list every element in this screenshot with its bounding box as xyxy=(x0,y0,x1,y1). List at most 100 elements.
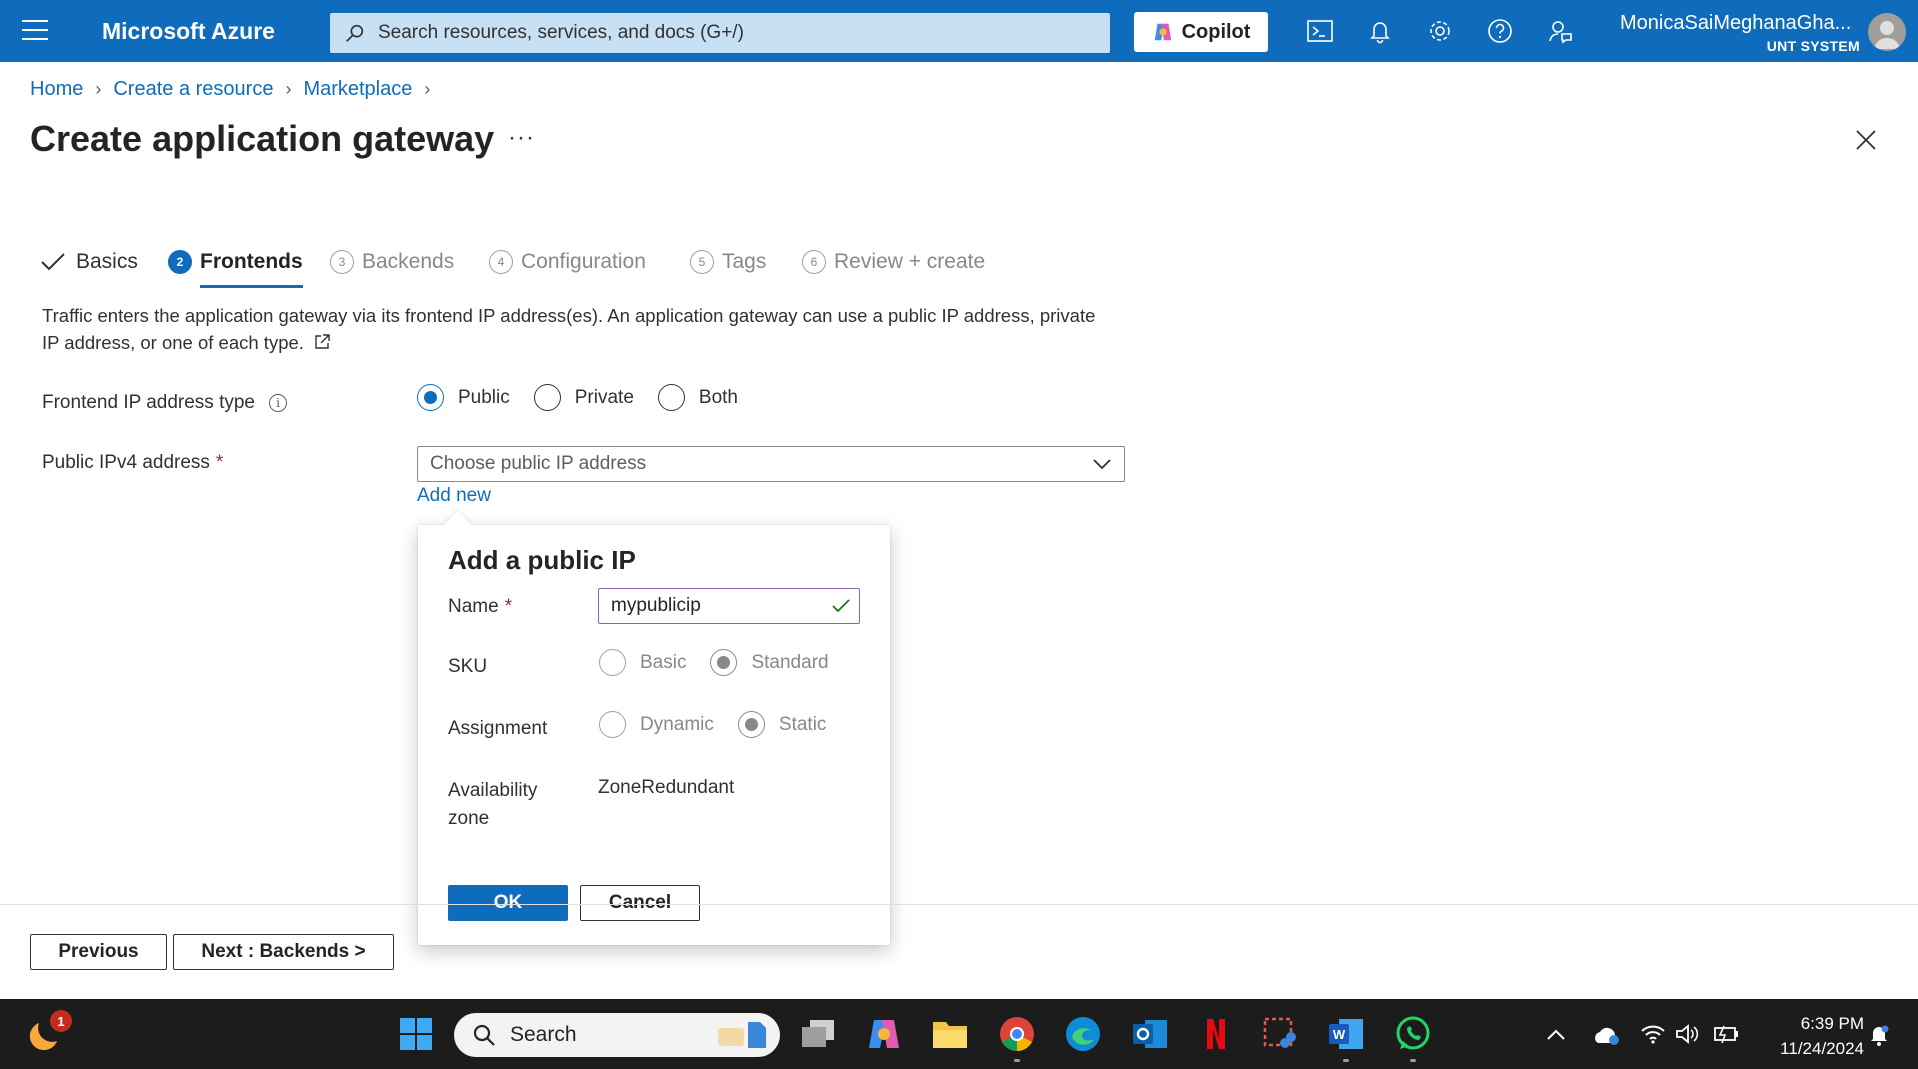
chevron-right-icon: › xyxy=(285,79,292,99)
more-options-icon[interactable]: ··· xyxy=(508,124,535,152)
svg-text:W: W xyxy=(1333,1027,1346,1042)
field-label-text: Frontend IP address type xyxy=(42,392,255,413)
radio-assignment-dynamic[interactable] xyxy=(599,711,626,738)
radio-label-basic[interactable]: Basic xyxy=(640,652,686,674)
gear-icon[interactable] xyxy=(1426,17,1454,45)
copilot-label: Copilot xyxy=(1181,20,1251,43)
chevron-right-icon: › xyxy=(424,79,431,99)
search-input[interactable] xyxy=(378,22,1078,44)
taskbar-search[interactable]: Search xyxy=(454,1013,780,1057)
onedrive-icon[interactable] xyxy=(1592,1023,1622,1047)
field-label-text: Public IPv4 address xyxy=(42,452,210,473)
public-ip-dropdown[interactable]: Choose public IP address xyxy=(417,446,1125,482)
search-highlight-icon xyxy=(718,1022,766,1048)
notification-bell-icon[interactable] xyxy=(1868,1023,1890,1047)
outlook-icon xyxy=(1133,1020,1167,1048)
whatsapp-icon xyxy=(1396,1016,1430,1050)
close-icon[interactable] xyxy=(1854,128,1878,152)
sku-radio-group: Basic Standard xyxy=(599,649,853,676)
user-name[interactable]: MonicaSaiMeghanaGha... xyxy=(1620,12,1851,35)
checkmark-icon xyxy=(41,253,65,271)
tab-label: Basics xyxy=(76,250,138,273)
bell-icon[interactable] xyxy=(1366,17,1394,45)
netflix-app[interactable] xyxy=(1196,1014,1236,1054)
radio-public[interactable] xyxy=(417,384,444,411)
tab-tags[interactable]: 5 Tags xyxy=(690,240,766,284)
availability-zone-label: Availability zone xyxy=(448,777,537,833)
public-ip-name-input[interactable] xyxy=(611,595,811,617)
clock-time: 6:39 PM xyxy=(1800,1014,1864,1033)
word-app[interactable]: W xyxy=(1326,1014,1366,1062)
netflix-icon xyxy=(1207,1019,1225,1049)
ok-button[interactable]: OK xyxy=(448,885,568,921)
dropdown-placeholder: Choose public IP address xyxy=(430,453,647,474)
radio-label-dynamic[interactable]: Dynamic xyxy=(640,714,714,736)
brand-title[interactable]: Microsoft Azure xyxy=(102,18,275,45)
callout-beak xyxy=(443,510,473,540)
radio-label-private[interactable]: Private xyxy=(575,387,634,409)
required-asterisk: * xyxy=(215,452,224,473)
volume-icon[interactable] xyxy=(1674,1023,1700,1045)
running-indicator xyxy=(1014,1059,1020,1062)
radio-label-public[interactable]: Public xyxy=(458,387,510,409)
tab-review-create[interactable]: 6 Review + create xyxy=(802,240,985,284)
start-button[interactable] xyxy=(396,1014,436,1054)
taskbar-search-label: Search xyxy=(510,1023,577,1046)
step-number: 4 xyxy=(489,250,513,274)
radio-sku-standard[interactable] xyxy=(710,649,738,676)
weather-widget[interactable]: 1 xyxy=(28,1010,72,1054)
add-new-link[interactable]: Add new xyxy=(417,485,491,507)
radio-assignment-static[interactable] xyxy=(737,711,765,738)
previous-button[interactable]: Previous xyxy=(30,934,167,970)
task-view-button[interactable] xyxy=(798,1014,838,1054)
running-indicator xyxy=(1343,1059,1349,1062)
copilot-button[interactable]: Copilot xyxy=(1134,12,1268,52)
cloud-shell-icon[interactable] xyxy=(1306,17,1334,45)
radio-both[interactable] xyxy=(657,384,685,411)
outlook-app[interactable] xyxy=(1130,1014,1170,1054)
tab-basics[interactable]: Basics xyxy=(40,240,138,284)
top-bar: Microsoft Azure Copilot MonicaSaiMeghana… xyxy=(0,0,1918,62)
assignment-label: Assignment xyxy=(448,718,548,739)
public-ip-name-field[interactable] xyxy=(598,588,860,624)
step-number: 3 xyxy=(330,250,354,274)
tab-configuration[interactable]: 4 Configuration xyxy=(489,240,646,284)
radio-label-both[interactable]: Both xyxy=(699,387,738,409)
wifi-icon[interactable] xyxy=(1640,1023,1666,1045)
hamburger-icon[interactable] xyxy=(22,20,48,42)
global-search[interactable] xyxy=(330,13,1110,53)
avatar[interactable] xyxy=(1868,13,1906,51)
chevron-down-icon xyxy=(1093,459,1111,470)
radio-label-static[interactable]: Static xyxy=(779,714,827,736)
whatsapp-app[interactable] xyxy=(1393,1014,1433,1062)
battery-icon[interactable] xyxy=(1712,1023,1740,1045)
tab-label: Configuration xyxy=(521,250,646,273)
chrome-app[interactable] xyxy=(997,1014,1037,1062)
edge-app[interactable] xyxy=(1063,1014,1103,1054)
file-explorer-app[interactable] xyxy=(930,1014,970,1054)
chevron-up-icon[interactable] xyxy=(1546,1027,1566,1041)
cancel-button[interactable]: Cancel xyxy=(580,885,700,921)
help-icon[interactable] xyxy=(1486,17,1514,45)
windows-logo-icon xyxy=(400,1018,432,1050)
running-indicator xyxy=(1410,1059,1416,1062)
tab-backends[interactable]: 3 Backends xyxy=(330,240,454,284)
footer-divider xyxy=(0,904,1918,905)
valid-check-icon xyxy=(832,599,850,613)
breadcrumb-marketplace[interactable]: Marketplace xyxy=(303,78,412,101)
copilot-app[interactable] xyxy=(864,1014,904,1054)
next-backends-button[interactable]: Next : Backends > xyxy=(173,934,394,970)
clock[interactable]: 6:39 PM 11/24/2024 xyxy=(1752,1011,1864,1061)
feedback-icon[interactable] xyxy=(1546,17,1574,45)
info-icon[interactable]: i xyxy=(269,394,287,412)
tab-frontends[interactable]: 2 Frontends xyxy=(168,240,303,288)
breadcrumb-home[interactable]: Home xyxy=(30,78,83,101)
breadcrumb-create-resource[interactable]: Create a resource xyxy=(113,78,273,101)
radio-sku-basic[interactable] xyxy=(599,649,626,676)
radio-label-standard[interactable]: Standard xyxy=(751,652,828,674)
user-avatar-icon xyxy=(1874,21,1900,49)
external-link-icon[interactable] xyxy=(313,333,331,351)
breadcrumb: Home › Create a resource › Marketplace › xyxy=(30,78,442,101)
snipping-tool-app[interactable] xyxy=(1260,1014,1300,1054)
radio-private[interactable] xyxy=(533,384,561,411)
